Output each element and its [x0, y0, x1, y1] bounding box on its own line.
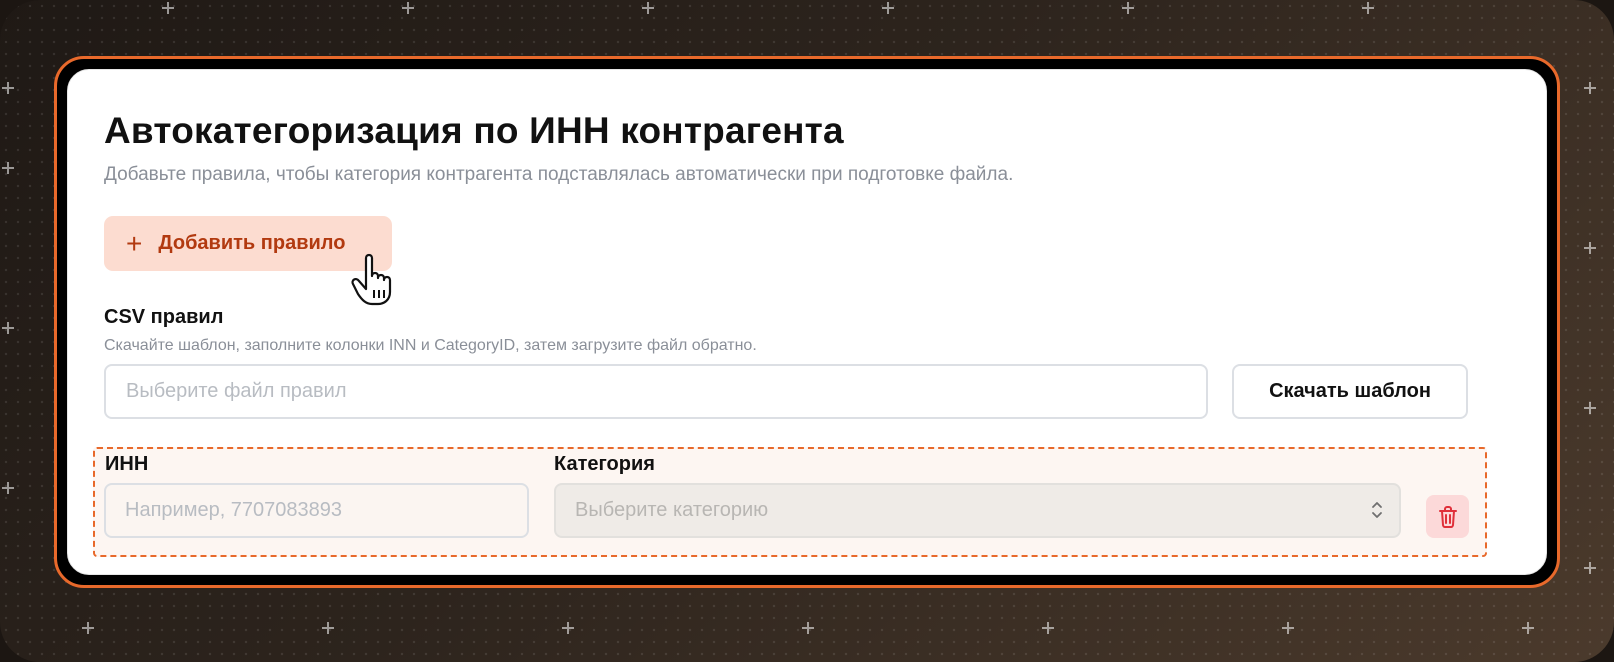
- add-rule-label: Добавить правило: [158, 232, 346, 254]
- plus-pattern-icon: [162, 2, 174, 14]
- category-select-placeholder: Выберите категорию: [575, 499, 769, 521]
- plus-pattern-icon: [642, 2, 654, 14]
- hand-pointer-cursor-icon: [351, 253, 392, 306]
- plus-pattern-icon: [1584, 402, 1596, 414]
- inn-input[interactable]: [104, 483, 529, 538]
- chevron-up-down-icon: [1372, 502, 1382, 518]
- rule-row: ИНН Категория Выберите категорию: [93, 447, 1487, 557]
- category-select[interactable]: Выберите категорию: [554, 483, 1401, 538]
- highlight-frame: Автокатегоризация по ИНН контрагента Доб…: [54, 56, 1560, 588]
- page-subtitle: Добавьте правила, чтобы категория контра…: [104, 164, 1014, 185]
- plus-icon: +: [126, 227, 143, 259]
- plus-pattern-icon: [2, 322, 14, 334]
- plus-pattern-icon: [1584, 562, 1596, 574]
- rules-file-input[interactable]: [104, 364, 1208, 419]
- plus-pattern-icon: [1584, 242, 1596, 254]
- plus-pattern-icon: [1282, 622, 1294, 634]
- plus-pattern-icon: [1522, 622, 1534, 634]
- category-label: Категория: [554, 453, 655, 475]
- delete-rule-button[interactable]: [1426, 495, 1469, 538]
- plus-pattern-icon: [882, 2, 894, 14]
- inn-label: ИНН: [105, 453, 149, 475]
- autocategorization-card: Автокатегоризация по ИНН контрагента Доб…: [67, 69, 1547, 575]
- download-template-button[interactable]: Скачать шаблон: [1232, 364, 1468, 419]
- plus-pattern-icon: [1122, 2, 1134, 14]
- plus-pattern-icon: [82, 622, 94, 634]
- plus-pattern-icon: [2, 82, 14, 94]
- plus-pattern-icon: [1362, 2, 1374, 14]
- plus-pattern-icon: [402, 2, 414, 14]
- plus-pattern-icon: [1584, 82, 1596, 94]
- add-rule-button[interactable]: + Добавить правило: [104, 216, 392, 271]
- trash-icon: [1438, 505, 1457, 528]
- page-title: Автокатегоризация по ИНН контрагента: [104, 110, 844, 151]
- csv-section-label: CSV правил: [104, 306, 224, 328]
- plus-pattern-icon: [2, 482, 14, 494]
- plus-pattern-icon: [2, 162, 14, 174]
- plus-pattern-icon: [1042, 622, 1054, 634]
- plus-pattern-icon: [562, 622, 574, 634]
- plus-pattern-icon: [802, 622, 814, 634]
- csv-hint: Скачайте шаблон, заполните колонки INN и…: [104, 337, 757, 354]
- plus-pattern-icon: [322, 622, 334, 634]
